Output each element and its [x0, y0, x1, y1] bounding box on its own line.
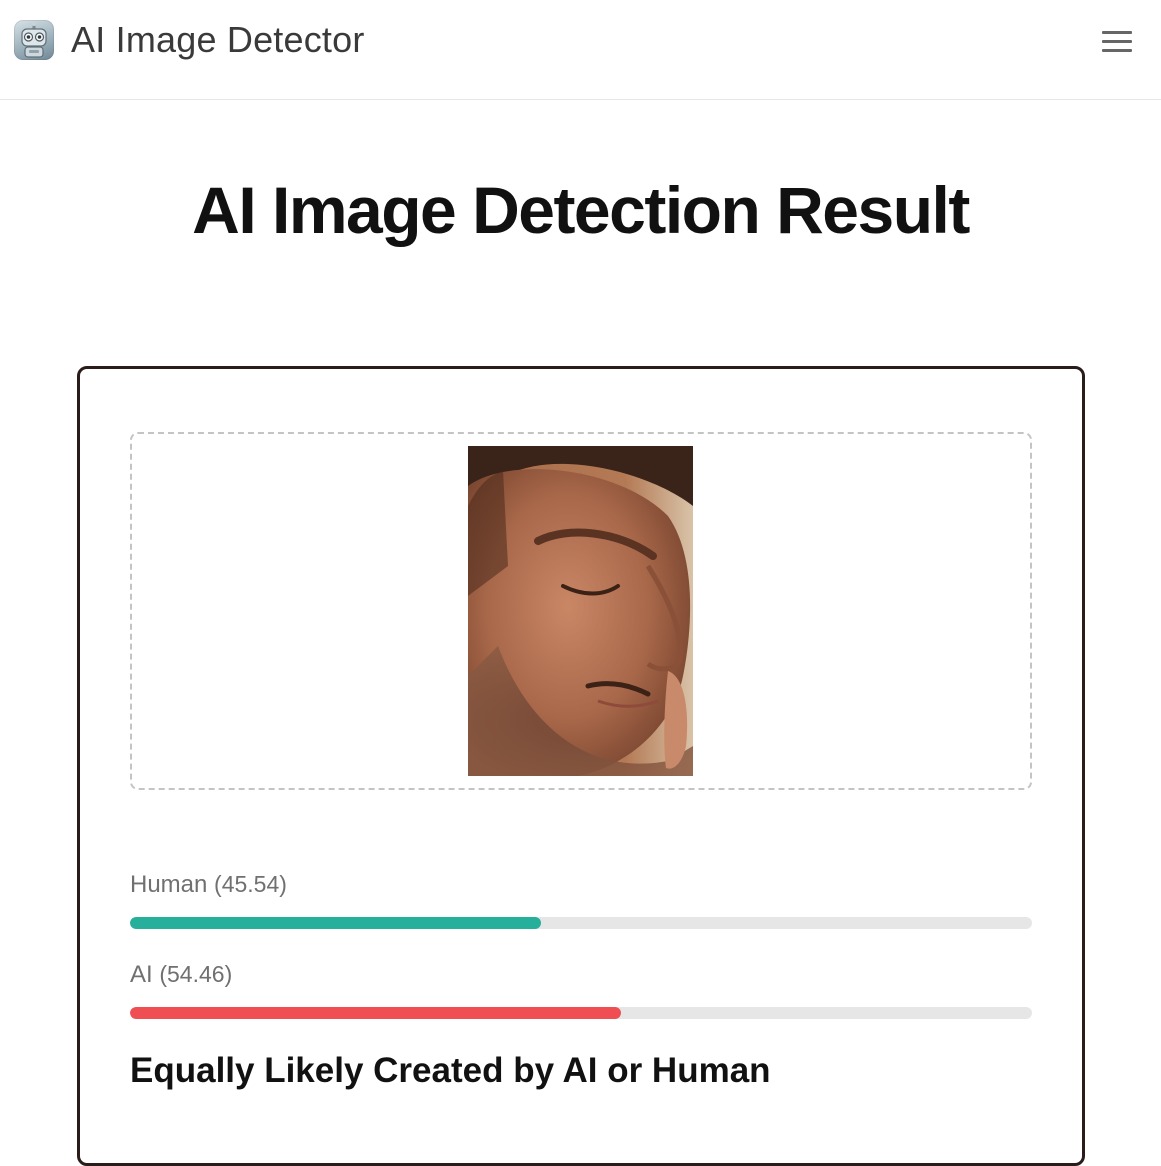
verdict-text: Equally Likely Created by AI or Human	[130, 1051, 771, 1090]
human-score-label: Human (45.54)	[130, 869, 287, 900]
app-name: AI Image Detector	[71, 19, 365, 60]
ai-score-value: (54.46)	[159, 961, 233, 987]
top-navbar: AI Image Detector	[0, 0, 1161, 100]
page-title: AI Image Detection Result	[192, 173, 970, 247]
human-score-fill	[130, 917, 541, 929]
hamburger-menu-icon[interactable]	[1100, 28, 1134, 56]
human-label: Human	[130, 871, 208, 898]
uploaded-image-preview	[468, 446, 693, 776]
menu-line	[1102, 49, 1132, 52]
ai-score-fill	[130, 1007, 622, 1019]
human-score-value: (45.54)	[214, 871, 287, 897]
ai-score-bar	[130, 1007, 1032, 1019]
robot-icon	[14, 20, 54, 60]
human-score-bar	[130, 917, 1032, 929]
menu-line	[1102, 40, 1132, 43]
ai-label: AI	[130, 961, 153, 988]
image-upload-area[interactable]	[130, 432, 1032, 790]
brand-link[interactable]: AI Image Detector	[14, 20, 365, 60]
ai-score-label: AI (54.46)	[130, 959, 232, 990]
menu-line	[1102, 31, 1132, 34]
result-card: Human (45.54) AI (54.46) Equally Likely …	[77, 366, 1085, 1166]
